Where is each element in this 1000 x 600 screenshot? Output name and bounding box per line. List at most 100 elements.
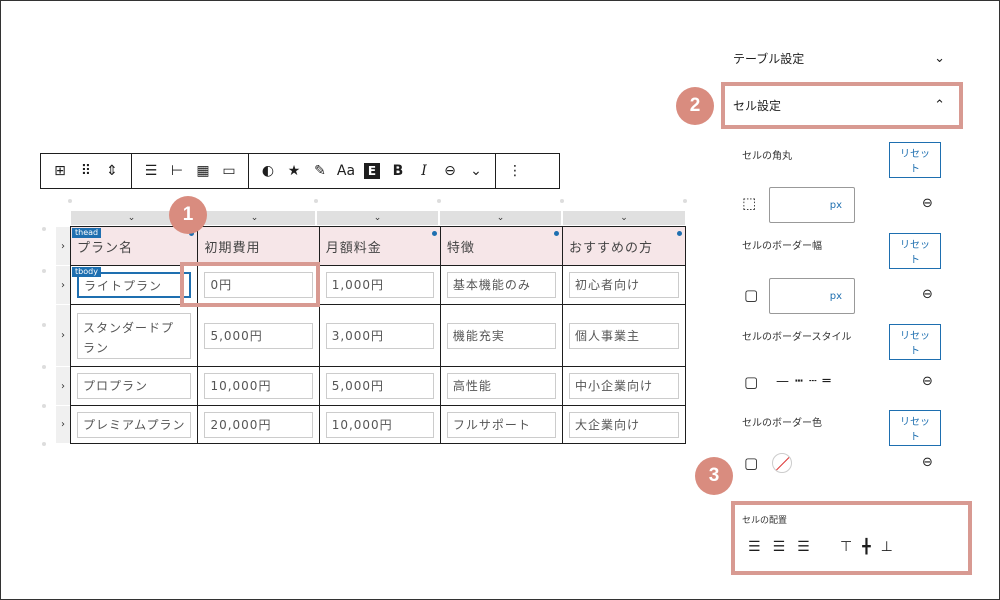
border-style-options[interactable]: —┅┄═ xyxy=(776,374,836,389)
table-cell[interactable]: プレミアムプラン xyxy=(69,405,199,444)
align-middle-icon[interactable]: ╋ xyxy=(862,539,870,555)
row-handle[interactable]: › xyxy=(56,227,70,265)
thead-badge: thead xyxy=(72,228,102,238)
panel-table-settings[interactable]: テーブル設定 ⌄ xyxy=(733,48,945,68)
header-cell[interactable]: 初期費用 xyxy=(197,226,320,266)
column-handle[interactable]: ⌄ xyxy=(440,211,561,225)
cell-input[interactable]: 個人事業主 xyxy=(568,322,679,349)
toolbar-group-more: ⋮ xyxy=(496,154,534,188)
table-cell[interactable]: 大企業向け xyxy=(561,405,687,444)
cell-input[interactable]: 基本機能のみ xyxy=(446,272,556,298)
cell-input[interactable]: 20,000円 xyxy=(204,411,313,438)
dot xyxy=(560,199,564,203)
cell-input[interactable]: プロプラン xyxy=(77,373,192,399)
table-cell[interactable]: フルサポート xyxy=(439,405,563,444)
cell-input[interactable]: 1,000円 xyxy=(325,272,434,298)
cell-input[interactable]: 中小企業向け xyxy=(568,373,679,399)
border-width-input[interactable]: px xyxy=(769,278,855,314)
cell-input[interactable]: 3,000円 xyxy=(325,322,434,349)
header-cell[interactable]: 月額料金 xyxy=(318,226,441,266)
row-handle[interactable]: › xyxy=(56,305,70,366)
corner-radius-icon[interactable]: ⬚ xyxy=(742,194,756,212)
cell-radius-label: セルの角丸 xyxy=(742,151,792,162)
radius-input[interactable]: px xyxy=(769,187,855,223)
table-cell[interactable]: 5,000円 xyxy=(318,366,441,406)
cell-input[interactable]: 初心者向け xyxy=(568,272,679,298)
table-cell[interactable]: 中小企業向け xyxy=(561,366,687,406)
table-cell[interactable]: 個人事業主 xyxy=(561,304,687,367)
move-updown-icon[interactable]: ⇕ xyxy=(99,158,125,184)
cell-input[interactable]: フルサポート xyxy=(446,411,556,438)
align-icon[interactable]: ☰ xyxy=(138,158,164,184)
style-e-button[interactable]: E xyxy=(359,158,385,184)
link-icon[interactable]: ⊖ xyxy=(922,374,933,389)
reset-button[interactable]: リセット xyxy=(889,142,941,178)
align-right-icon[interactable]: ☰ xyxy=(797,539,810,555)
italic-button[interactable]: I xyxy=(411,158,437,184)
star-icon[interactable]: ★ xyxy=(281,158,307,184)
column-handle[interactable]: ⌄ xyxy=(194,211,315,225)
align-left-icon[interactable]: ⊢ xyxy=(164,158,190,184)
table-cell[interactable]: 10,000円 xyxy=(197,366,320,406)
header-text: 月額料金 xyxy=(325,240,382,256)
cell-input[interactable]: スタンダードプラン xyxy=(77,312,192,359)
pen-icon[interactable]: ✎ xyxy=(307,158,333,184)
color-swatch-none[interactable] xyxy=(772,453,792,473)
header-cell[interactable]: おすすめの方 xyxy=(561,226,687,266)
table-head: プラン名 初期費用 月額料金 特徴 おすすめの方 xyxy=(69,226,687,266)
cell-input[interactable]: 10,000円 xyxy=(204,373,313,399)
chevron-down-icon[interactable]: ⌄ xyxy=(463,158,489,184)
reset-button[interactable]: リセット xyxy=(889,410,941,446)
row-handle[interactable]: › xyxy=(56,406,70,443)
caption-icon[interactable]: ▭ xyxy=(216,158,242,184)
border-box-icon[interactable]: ▢ xyxy=(744,454,758,472)
link-icon[interactable]: ⊖ xyxy=(922,455,933,470)
block-toolbar: ⊞ ⠿ ⇕ ☰ ⊢ ▦ ▭ ◐ ★ ✎ Aa E B I ⊖ ⌄ ⋮ xyxy=(40,153,560,189)
cell-input[interactable]: 機能充実 xyxy=(446,322,556,349)
drag-handle-icon[interactable]: ⠿ xyxy=(73,158,99,184)
link-icon[interactable]: ⊖ xyxy=(922,287,933,302)
align-center-icon[interactable]: ☰ xyxy=(773,539,786,555)
tbody-badge: tbody xyxy=(72,267,101,277)
border-box-icon[interactable]: ▢ xyxy=(744,286,758,304)
column-handle[interactable]: ⌄ xyxy=(317,211,438,225)
align-left-icon[interactable]: ☰ xyxy=(748,539,761,555)
table-cell[interactable]: 10,000円 xyxy=(318,405,441,444)
color-icon[interactable]: ◐ xyxy=(255,158,281,184)
selection-dot xyxy=(677,231,682,236)
unit-label: px xyxy=(829,290,842,302)
link-icon[interactable]: ⊖ xyxy=(922,196,933,211)
table-block-icon[interactable]: ⊞ xyxy=(47,158,73,184)
row-handle[interactable]: › xyxy=(56,266,70,304)
table-cell[interactable]: 機能充実 xyxy=(439,304,563,367)
cell-input[interactable]: 5,000円 xyxy=(204,322,313,349)
row-handle[interactable]: › xyxy=(56,367,70,405)
align-top-icon[interactable]: ⊤ xyxy=(840,539,852,555)
cell-input[interactable]: 高性能 xyxy=(446,373,556,399)
reset-button[interactable]: リセット xyxy=(889,233,941,269)
column-handle[interactable]: ⌄ xyxy=(563,211,685,225)
cell-input[interactable]: 5,000円 xyxy=(325,373,434,399)
text-size-button[interactable]: Aa xyxy=(333,158,359,184)
link-icon[interactable]: ⊖ xyxy=(437,158,463,184)
border-box-icon[interactable]: ▢ xyxy=(744,373,758,391)
bold-button[interactable]: B xyxy=(385,158,411,184)
cell-input[interactable]: プレミアムプラン xyxy=(77,411,192,438)
table-cell[interactable]: 1,000円 xyxy=(318,265,441,305)
cell-input[interactable]: 大企業向け xyxy=(568,411,679,438)
reset-button[interactable]: リセット xyxy=(889,324,941,360)
table-cell[interactable]: 3,000円 xyxy=(318,304,441,367)
table-cell[interactable]: 基本機能のみ xyxy=(439,265,563,305)
table-cell[interactable]: スタンダードプラン xyxy=(69,304,199,367)
table-cell[interactable]: 20,000円 xyxy=(197,405,320,444)
table-cell[interactable]: 5,000円 xyxy=(197,304,320,367)
table-cell[interactable]: プロプラン xyxy=(69,366,199,406)
more-menu-icon[interactable]: ⋮ xyxy=(502,158,528,184)
table-edit-icon[interactable]: ▦ xyxy=(190,158,216,184)
align-bottom-icon[interactable]: ⊥ xyxy=(881,539,893,555)
panel-cell-settings[interactable]: セル設定 ⌃ xyxy=(733,95,945,115)
table-cell[interactable]: 初心者向け xyxy=(561,265,687,305)
table-cell[interactable]: 高性能 xyxy=(439,366,563,406)
header-cell[interactable]: 特徴 xyxy=(439,226,563,266)
cell-input[interactable]: 10,000円 xyxy=(325,411,434,438)
